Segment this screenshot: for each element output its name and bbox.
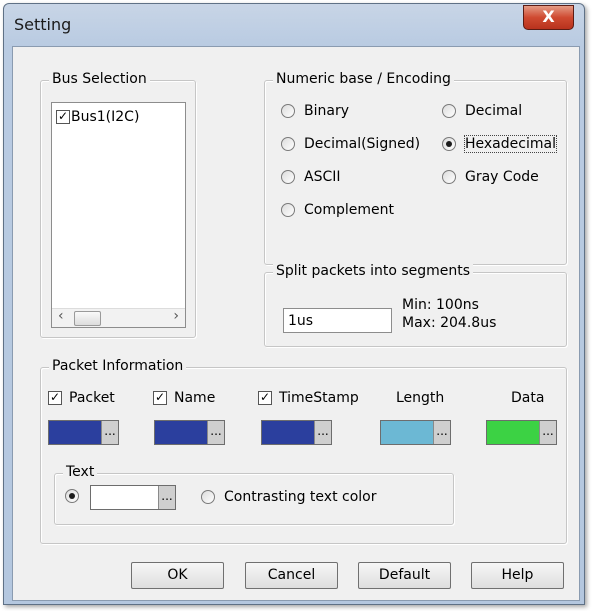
radio-hexadecimal-circle[interactable] [442,137,456,151]
radio-complement[interactable]: Complement [281,202,394,218]
data-color-picker[interactable]: ... [486,420,557,445]
name-checkbox[interactable]: ✓ [153,391,167,405]
radio-hexadecimal[interactable]: Hexadecimal [442,135,557,153]
name-color-dots-button[interactable]: ... [207,421,224,444]
data-label: Data [511,390,545,406]
radio-ascii-label: ASCII [304,169,341,185]
packet-checkbox[interactable]: ✓ [48,391,62,405]
radio-gray-code-label: Gray Code [465,169,539,185]
setting-dialog: Setting X Bus Selection ✓ Bus1(I2C) ‹ › [3,3,585,605]
close-button[interactable]: X [523,5,574,30]
scroll-right-icon[interactable]: › [173,308,179,324]
default-button[interactable]: Default [358,562,451,589]
radio-decimal-circle[interactable] [442,104,456,118]
text-color-picker[interactable]: ... [90,485,176,510]
radio-decimal-signed[interactable]: Decimal(Signed) [281,136,420,152]
radio-contrasting-text-color[interactable]: Contrasting text color [201,489,376,505]
length-color-picker[interactable]: ... [380,420,451,445]
split-packets-legend: Split packets into segments [273,263,474,279]
text-color-swatch[interactable] [91,486,159,509]
radio-binary-circle[interactable] [281,104,295,118]
help-button[interactable]: Help [471,562,564,589]
radio-decimal[interactable]: Decimal [442,103,522,119]
max-label: Max: 204.8us [402,315,497,331]
radio-ascii[interactable]: ASCII [281,169,341,185]
segment-size-input[interactable]: 1us [283,308,392,333]
split-packets-group: Split packets into segments 1us Min: 100… [264,263,567,347]
dialog-client-area: Bus Selection ✓ Bus1(I2C) ‹ › Numeric ba… [12,46,580,601]
length-color-swatch[interactable] [381,421,434,444]
packet-label: Packet [69,390,115,406]
packet-information-group: Packet Information ✓ Packet ✓ Name ✓ Tim… [40,358,567,544]
radio-gray-code-circle[interactable] [442,170,456,184]
horizontal-scrollbar[interactable]: ‹ › [52,308,185,327]
radio-decimal-signed-label: Decimal(Signed) [304,136,421,152]
radio-decimal-label: Decimal [465,103,523,119]
radio-decimal-signed-circle[interactable] [281,137,295,151]
min-label: Min: 100ns [402,297,479,313]
timestamp-color-dots-button[interactable]: ... [314,421,331,444]
data-color-dots-button[interactable]: ... [539,421,556,444]
radio-custom-text-color-circle[interactable] [65,489,79,503]
encoding-legend: Numeric base / Encoding [273,71,454,87]
bus-selection-group: Bus Selection ✓ Bus1(I2C) ‹ › [40,71,196,338]
packet-information-legend: Packet Information [49,358,187,374]
packet-color-swatch[interactable] [49,421,102,444]
data-color-swatch[interactable] [487,421,540,444]
bus-list[interactable]: ✓ Bus1(I2C) ‹ › [51,102,186,328]
name-color-swatch[interactable] [155,421,208,444]
timestamp-color-picker[interactable]: ... [261,420,332,445]
name-checkbox-row[interactable]: ✓ Name [153,390,215,406]
timestamp-label: TimeStamp [279,390,359,406]
radio-binary-label: Binary [304,103,349,119]
packet-checkbox-row[interactable]: ✓ Packet [48,390,115,406]
timestamp-checkbox-row[interactable]: ✓ TimeStamp [258,390,359,406]
text-color-legend: Text [63,464,98,480]
title-bar[interactable]: Setting X [4,4,584,48]
close-icon: X [542,7,555,26]
text-color-dots-button[interactable]: ... [158,486,175,509]
bus-selection-legend: Bus Selection [49,71,150,87]
encoding-group: Numeric base / Encoding Binary Decimal D… [264,71,567,265]
timestamp-color-swatch[interactable] [262,421,315,444]
bus1-label: Bus1(I2C) [71,109,140,125]
timestamp-checkbox[interactable]: ✓ [258,391,272,405]
length-color-dots-button[interactable]: ... [433,421,450,444]
ok-button[interactable]: OK [131,562,224,589]
radio-gray-code[interactable]: Gray Code [442,169,539,185]
packet-color-picker[interactable]: ... [48,420,119,445]
scroll-thumb[interactable] [74,311,101,326]
cancel-button[interactable]: Cancel [245,562,338,589]
packet-color-dots-button[interactable]: ... [101,421,118,444]
radio-complement-circle[interactable] [281,203,295,217]
dialog-title: Setting [14,15,72,34]
text-color-group: Text ... Contrasting text color [54,464,454,525]
radio-contrasting-text-color-circle[interactable] [201,490,215,504]
radio-binary[interactable]: Binary [281,103,349,119]
scroll-left-icon[interactable]: ‹ [58,308,64,324]
radio-hexadecimal-label: Hexadecimal [464,135,557,153]
contrasting-text-color-label: Contrasting text color [224,489,377,505]
radio-ascii-circle[interactable] [281,170,295,184]
bus-list-item[interactable]: ✓ Bus1(I2C) [56,109,139,125]
length-label: Length [396,390,445,406]
radio-complement-label: Complement [304,202,394,218]
name-color-picker[interactable]: ... [154,420,225,445]
name-label: Name [174,390,216,406]
radio-custom-text-color[interactable] [65,489,79,503]
bus1-checkbox[interactable]: ✓ [56,110,70,124]
